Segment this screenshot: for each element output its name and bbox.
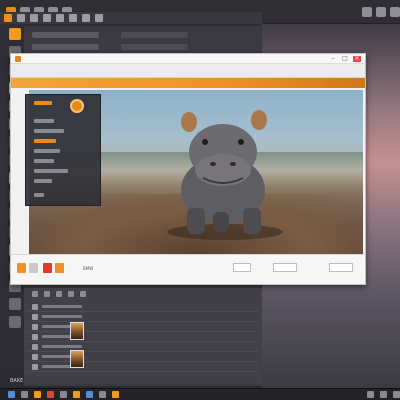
home-icon[interactable] xyxy=(4,14,12,22)
hippo-nostril-right xyxy=(230,162,236,166)
photo-app-icon[interactable] xyxy=(73,391,80,398)
list-item[interactable] xyxy=(28,362,258,372)
orange-header-bar xyxy=(11,78,365,88)
browser-toolbar xyxy=(24,288,262,300)
panel-row xyxy=(34,119,54,123)
list-item[interactable] xyxy=(28,302,258,312)
red-tag-icon[interactable] xyxy=(43,263,52,273)
brand-logo-icon xyxy=(55,263,64,273)
file-list xyxy=(28,302,258,372)
file-icon xyxy=(32,343,38,350)
hippo-leg-left xyxy=(187,208,205,234)
folder-icon[interactable] xyxy=(34,391,41,398)
volume-icon[interactable] xyxy=(380,391,387,398)
hippo-leg-right xyxy=(243,208,261,234)
app-icon[interactable] xyxy=(47,391,54,398)
panel-orange-row xyxy=(34,139,56,143)
app-window: – □ × BMW xyxy=(10,53,366,285)
file-icon xyxy=(32,303,38,310)
panel-row xyxy=(32,44,254,50)
window-status-area: BMW xyxy=(11,254,365,284)
field-one[interactable] xyxy=(233,263,251,272)
hippo-eye-left xyxy=(202,139,208,145)
close-icon[interactable]: × xyxy=(353,55,361,62)
back-icon[interactable] xyxy=(17,14,25,22)
browser-icon[interactable] xyxy=(86,391,93,398)
hippo-snout xyxy=(195,154,251,186)
refresh-icon[interactable] xyxy=(43,14,51,22)
secondary-toolbar xyxy=(0,12,262,24)
photo-thumbnail[interactable] xyxy=(70,322,84,340)
grid-icon[interactable] xyxy=(390,6,400,17)
start-icon[interactable] xyxy=(8,391,15,398)
title-bar: – □ × xyxy=(11,54,365,64)
file-icon xyxy=(32,323,38,330)
hippo-eye-right xyxy=(238,139,244,145)
orange-tag-icon[interactable] xyxy=(17,263,26,273)
overlay-side-panel xyxy=(25,94,101,206)
search-icon[interactable] xyxy=(362,6,372,17)
file-name-bar xyxy=(42,345,82,348)
share-icon[interactable] xyxy=(56,14,64,22)
list-view-icon[interactable] xyxy=(32,291,38,297)
panel-row xyxy=(32,32,254,38)
crop-icon[interactable] xyxy=(69,14,77,22)
filter-icon[interactable] xyxy=(68,291,74,297)
list-item[interactable] xyxy=(28,332,258,342)
file-name-bar xyxy=(42,305,82,308)
rotate-icon[interactable] xyxy=(82,14,90,22)
file-icon xyxy=(32,313,38,320)
add-icon[interactable] xyxy=(80,291,86,297)
list-item[interactable] xyxy=(28,352,258,362)
panel-row xyxy=(34,169,68,173)
file-icon xyxy=(32,363,38,370)
network-icon[interactable] xyxy=(393,391,400,398)
hippo-ear-left xyxy=(181,112,197,132)
file-icon xyxy=(32,333,38,340)
file-browser xyxy=(24,288,262,384)
panel-row xyxy=(34,193,44,197)
sort-icon[interactable] xyxy=(56,291,62,297)
adjust-icon[interactable] xyxy=(95,14,103,22)
app-mark-icon xyxy=(15,55,21,62)
list-item[interactable] xyxy=(28,312,258,322)
window-menu-bar xyxy=(11,64,365,78)
panel-orange-bar xyxy=(34,101,52,105)
file-name-bar xyxy=(42,315,82,318)
hippo-nostril-left xyxy=(210,162,216,166)
brand-label: BMW xyxy=(83,266,94,271)
photo-thumbnail[interactable] xyxy=(70,350,84,368)
tag-icon[interactable] xyxy=(29,263,38,273)
settings-icon[interactable] xyxy=(99,391,106,398)
info-icon[interactable] xyxy=(9,298,21,310)
panel-row xyxy=(34,179,52,183)
search-icon[interactable] xyxy=(21,391,28,398)
swirl-logo-icon xyxy=(70,99,84,113)
mail-icon[interactable] xyxy=(60,391,67,398)
list-item[interactable] xyxy=(28,322,258,332)
hippo-leg-center xyxy=(213,212,229,232)
store-icon[interactable] xyxy=(112,391,119,398)
hippo-ear-right xyxy=(251,110,267,130)
list-item[interactable] xyxy=(28,342,258,352)
panel-row xyxy=(34,129,64,133)
field-two[interactable] xyxy=(273,263,297,272)
field-three[interactable] xyxy=(329,263,353,272)
grid-view-icon[interactable] xyxy=(44,291,50,297)
hippo-image xyxy=(167,110,283,240)
forward-icon[interactable] xyxy=(30,14,38,22)
file-icon xyxy=(32,353,38,360)
taskbar xyxy=(0,388,400,400)
app-icon[interactable] xyxy=(9,28,21,40)
minimize-icon[interactable]: – xyxy=(329,55,337,62)
user-icon[interactable] xyxy=(376,6,386,17)
help-icon[interactable] xyxy=(9,316,21,328)
tray-icon[interactable] xyxy=(367,391,374,398)
maximize-icon[interactable]: □ xyxy=(341,55,349,62)
panel-row xyxy=(34,149,60,153)
panel-row xyxy=(34,159,54,163)
bottom-left-label: BAKE xyxy=(10,378,24,384)
